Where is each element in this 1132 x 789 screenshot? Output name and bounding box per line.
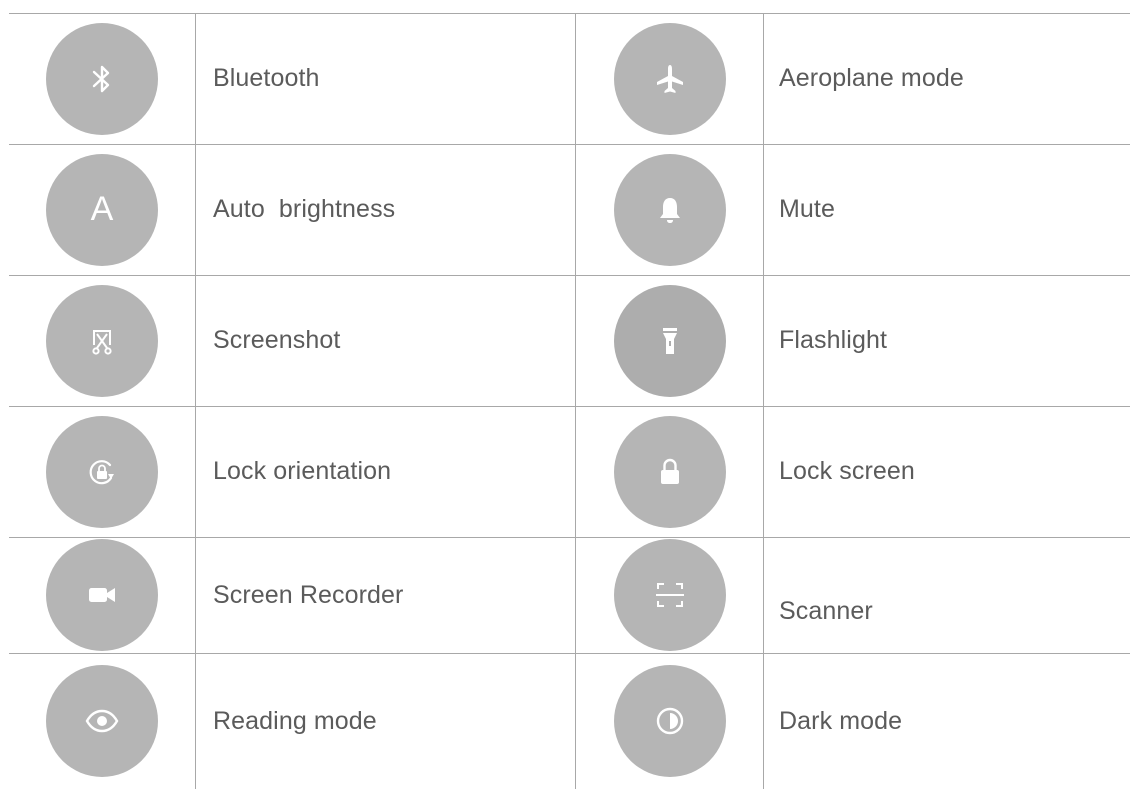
- auto-brightness-label: Auto brightness: [213, 195, 396, 223]
- lock-orientation-label: Lock orientation: [213, 457, 392, 485]
- screenshot-label: Screenshot: [213, 326, 341, 354]
- scanner-icon: [613, 539, 726, 651]
- video-camera-icon: [46, 539, 158, 651]
- flashlight-icon: [613, 284, 726, 397]
- table-cell-label: Reading mode: [213, 653, 573, 789]
- aeroplane-mode-label: Aeroplane mode: [779, 64, 964, 92]
- screenshot-icon: [46, 284, 158, 397]
- table-cell-icon: [576, 144, 763, 275]
- table-cell-icon: [576, 537, 763, 653]
- table-cell-icon: [576, 406, 763, 537]
- table-cell-label: Screenshot: [213, 275, 573, 406]
- table-cell-icon: [9, 13, 195, 144]
- padlock-icon: [613, 415, 726, 528]
- auto-brightness-icon: A: [46, 153, 158, 266]
- rotation-lock-icon: [46, 415, 158, 528]
- bell-icon: [613, 153, 726, 266]
- column-divider: [763, 13, 764, 789]
- table-cell-label: Mute: [779, 144, 1129, 275]
- bluetooth-icon: [46, 22, 158, 135]
- dark-mode-label: Dark mode: [779, 706, 903, 735]
- table-cell-icon: [576, 13, 763, 144]
- contrast-icon: [613, 665, 726, 777]
- screen-recorder-label: Screen Recorder: [213, 580, 404, 609]
- auto-brightness-glyph: A: [90, 190, 114, 228]
- table-cell-label: Dark mode: [779, 653, 1129, 789]
- eye-icon: [46, 665, 158, 777]
- bluetooth-label: Bluetooth: [213, 64, 320, 92]
- table-cell-icon: [9, 537, 195, 653]
- table-cell-label: Aeroplane mode: [779, 13, 1129, 144]
- table-cell-icon: [576, 653, 763, 789]
- column-divider: [195, 13, 196, 789]
- reading-mode-label: Reading mode: [213, 706, 377, 735]
- table-cell-label: Scanner: [779, 553, 1129, 669]
- table-cell-label: Screen Recorder: [213, 537, 573, 653]
- table-cell-label: Auto brightness: [213, 144, 573, 275]
- airplane-icon: [613, 22, 726, 135]
- quick-settings-table: Bluetooth Aeroplane mode A Auto brightne…: [9, 13, 1130, 789]
- lock-screen-label: Lock screen: [779, 457, 915, 485]
- table-cell-icon: [9, 275, 195, 406]
- mute-label: Mute: [779, 195, 835, 223]
- table-cell-label: Flashlight: [779, 275, 1129, 406]
- table-cell-icon: A: [9, 144, 195, 275]
- table-cell-icon: [576, 275, 763, 406]
- table-cell-icon: [9, 406, 195, 537]
- table-cell-label: Lock orientation: [213, 406, 573, 537]
- flashlight-label: Flashlight: [779, 326, 887, 354]
- table-cell-icon: [9, 653, 195, 789]
- scanner-label: Scanner: [779, 596, 873, 625]
- table-cell-label: Lock screen: [779, 406, 1129, 537]
- table-cell-label: Bluetooth: [213, 13, 573, 144]
